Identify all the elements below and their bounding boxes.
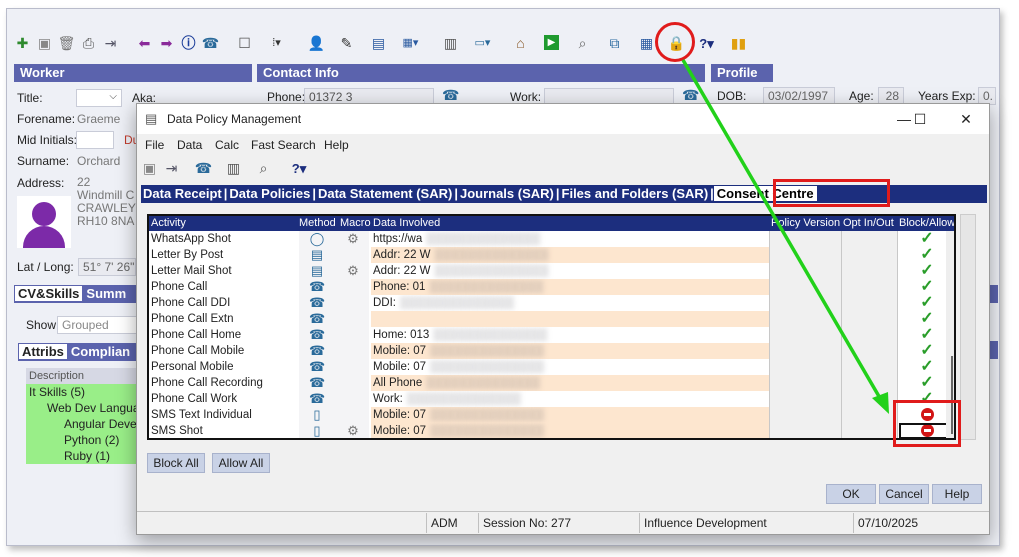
annotation-arrow	[681, 59, 889, 414]
